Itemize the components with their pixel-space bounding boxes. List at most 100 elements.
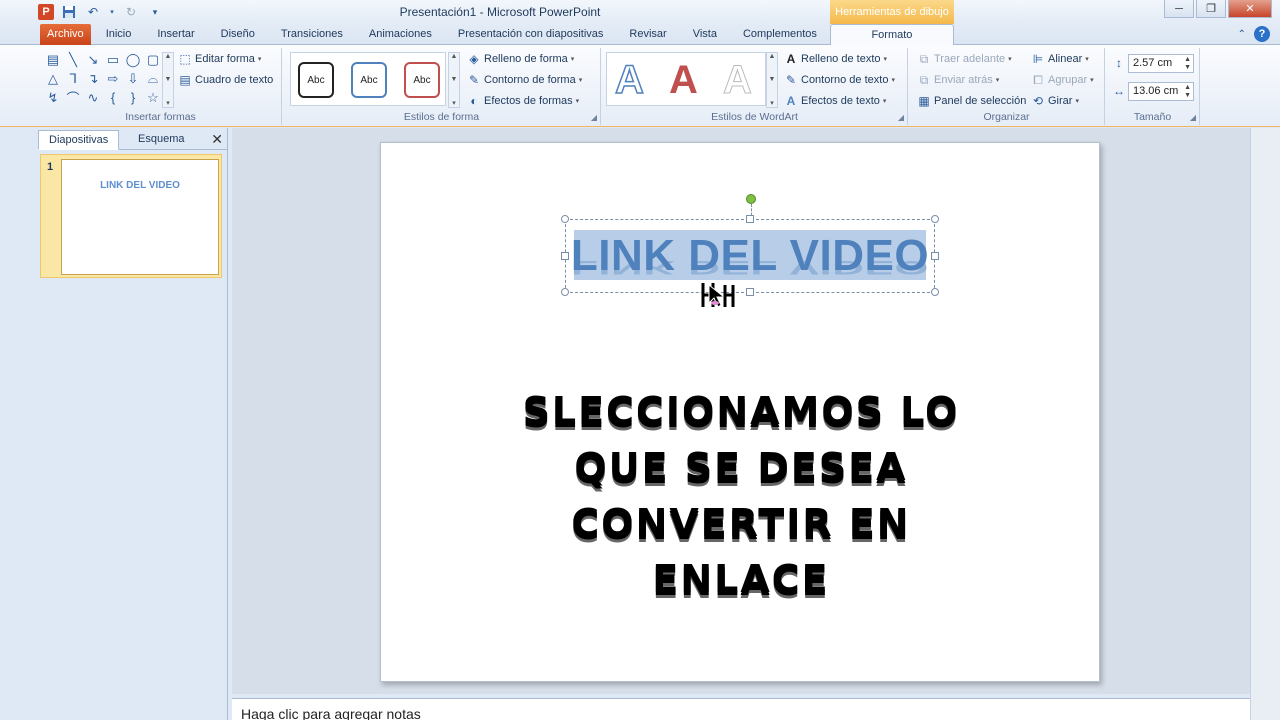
pane-close-icon[interactable]: ✕ (211, 131, 223, 148)
tab-animaciones[interactable]: Animaciones (356, 24, 445, 45)
tab-diapositivas[interactable]: Diapositivas (38, 130, 120, 150)
pane-tabs: Diapositivas Esquema ✕ (38, 128, 228, 150)
resize-handle-top-left[interactable] (561, 215, 569, 223)
resize-handle-left[interactable] (561, 252, 569, 260)
rotate-icon: ⟲ (1032, 94, 1044, 108)
tab-inicio[interactable]: Inicio (93, 24, 145, 45)
height-spinner[interactable]: ▲ ▼ (1184, 56, 1191, 72)
textbox-shape-icon[interactable]: ▤ (44, 50, 62, 69)
wordart-style-outline[interactable]: A (614, 57, 644, 103)
selection-pane-icon: ▦ (918, 94, 930, 108)
tab-formato[interactable]: Formato (829, 24, 954, 46)
window-controls: ─ ❐ ✕ (1164, 0, 1272, 18)
slide-thumbnail[interactable]: LINK DEL VIDEO (61, 159, 219, 275)
mouse-cursor-icon (701, 281, 735, 317)
edit-shape-button[interactable]: ⬚ Editar forma ▾ (178, 52, 261, 66)
selection-pane-button[interactable]: ▦ Panel de selección (917, 94, 1026, 108)
group-label-size: Tamaño (1133, 111, 1172, 123)
shape-effects-button[interactable]: ◐ Efectos de formas ▾ (467, 94, 579, 108)
text-box-button[interactable]: ▤ Cuadro de texto (178, 73, 273, 87)
resize-handle-bottom-right[interactable] (931, 288, 939, 296)
vertical-scrollbar[interactable] (1250, 128, 1280, 720)
arrow-line-shape-icon[interactable]: ↘ (84, 50, 102, 69)
tab-archivo[interactable]: Archivo (40, 24, 91, 45)
shape-styles-launcher-icon[interactable]: ◢ (591, 113, 597, 122)
tab-presentacion[interactable]: Presentación con diapositivas (445, 24, 617, 45)
shape-style-red[interactable]: Abc (404, 62, 440, 98)
tabs-right-controls: ⌃ ? (1238, 26, 1270, 42)
slide-body-text[interactable]: SLECCIONAMOS LO QUE SE DESEA CONVERTIR E… (441, 383, 1041, 607)
star-shape-icon[interactable]: ☆ (144, 88, 162, 107)
tab-insertar[interactable]: Insertar (144, 24, 207, 45)
right-arrow-shape-icon[interactable]: ⇨ (104, 69, 122, 88)
scribble-shape-icon[interactable]: ∿ (84, 88, 102, 107)
elbow-connector-icon[interactable]: ᒣ (64, 69, 82, 88)
arc-shape-icon[interactable]: ⌒ (64, 88, 82, 107)
resize-handle-top-right[interactable] (931, 215, 939, 223)
help-icon[interactable]: ? (1254, 26, 1270, 42)
tab-transiciones[interactable]: Transiciones (268, 24, 356, 45)
curve-shape-icon[interactable]: ↯ (44, 88, 62, 107)
width-spinner[interactable]: ▲ ▼ (1184, 84, 1191, 100)
align-button[interactable]: ⊫ Alinear ▾ (1031, 52, 1089, 66)
height-icon: ↕ (1116, 56, 1122, 70)
elbow-arrow-icon[interactable]: ↴ (84, 69, 102, 88)
slide-canvas[interactable]: LINK DEL VIDEO LINK DEL VIDEO SLECCIONAM… (380, 142, 1100, 682)
ribbon-tabs: Archivo Inicio Insertar Diseño Transicio… (40, 24, 954, 46)
text-effects-button[interactable]: A Efectos de texto ▾ (784, 94, 887, 108)
wordart-gallery: A A A (606, 52, 766, 106)
minimize-button[interactable]: ─ (1164, 0, 1194, 18)
resize-handle-bottom[interactable] (746, 288, 754, 296)
bring-forward-button[interactable]: ⧉ Traer adelante ▾ (917, 52, 1012, 66)
triangle-shape-icon[interactable]: △ (44, 69, 62, 88)
group-button[interactable]: ⧠ Agrupar ▾ (1031, 73, 1093, 87)
slide-thumbnail-selected[interactable]: 1 LINK DEL VIDEO (40, 154, 222, 278)
down-arrow-shape-icon[interactable]: ⇩ (124, 69, 142, 88)
notes-pane[interactable]: Haga clic para agregar notas (232, 698, 1250, 720)
right-brace-icon[interactable]: } (124, 88, 142, 107)
minimize-ribbon-icon[interactable]: ⌃ (1238, 29, 1246, 40)
maximize-button[interactable]: ❐ (1196, 0, 1226, 18)
left-brace-icon[interactable]: { (104, 88, 122, 107)
size-launcher-icon[interactable]: ◢ (1190, 113, 1196, 122)
rotation-handle[interactable] (746, 194, 756, 204)
freeform-shape-icon[interactable]: ⌓ (144, 69, 162, 88)
close-button[interactable]: ✕ (1228, 0, 1272, 18)
slide-title[interactable]: LINK DEL VIDEO (566, 232, 934, 280)
shape-style-gallery-scroll[interactable]: ▲ ▼ ▾ (448, 52, 460, 108)
wordart-gallery-scroll[interactable]: ▲ ▼ ▾ (766, 52, 778, 108)
title-selection-box[interactable]: LINK DEL VIDEO LINK DEL VIDEO (561, 194, 939, 296)
shapes-gallery-scroll[interactable]: ▲ ▼ ▾ (162, 52, 174, 108)
height-field[interactable]: 2.57 cm ▲ ▼ (1128, 54, 1194, 73)
rotate-button[interactable]: ⟲ Girar ▾ (1031, 94, 1079, 108)
tab-revisar[interactable]: Revisar (616, 24, 679, 45)
shape-outline-button[interactable]: ✎ Contorno de forma ▾ (467, 73, 582, 87)
shape-fill-button[interactable]: ◈ Relleno de forma ▾ (467, 52, 574, 66)
text-fill-button[interactable]: A Relleno de texto ▾ (784, 52, 887, 66)
tab-vista[interactable]: Vista (680, 24, 730, 45)
shape-style-blue[interactable]: Abc (351, 62, 387, 98)
wordart-styles-launcher-icon[interactable]: ◢ (898, 113, 904, 122)
body-line-3: CONVERTIR EN (571, 501, 911, 545)
tab-diseno[interactable]: Diseño (208, 24, 268, 45)
resize-handle-top[interactable] (746, 215, 754, 223)
wordart-style-red[interactable]: A (669, 57, 698, 103)
text-effects-icon: A (786, 94, 796, 108)
text-outline-button[interactable]: ✎ Contorno de texto ▾ (784, 73, 895, 87)
oval-shape-icon[interactable]: ◯ (124, 50, 142, 69)
rounded-rect-shape-icon[interactable]: ▢ (144, 50, 162, 69)
rectangle-shape-icon[interactable]: ▭ (104, 50, 122, 69)
resize-handle-right[interactable] (931, 252, 939, 260)
left-margin (0, 128, 38, 720)
tab-esquema[interactable]: Esquema (128, 130, 194, 150)
tab-complementos[interactable]: Complementos (730, 24, 830, 45)
send-backward-button[interactable]: ⧉ Enviar atrás ▾ (917, 73, 1000, 87)
shape-effects-icon: ◐ (470, 94, 478, 108)
body-line-4: ENLACE (652, 557, 830, 601)
line-shape-icon[interactable]: ╲ (64, 50, 82, 69)
resize-handle-bottom-left[interactable] (561, 288, 569, 296)
wordart-style-light[interactable]: A (723, 57, 753, 103)
width-field[interactable]: 13.06 cm ▲ ▼ (1128, 82, 1194, 101)
paint-bucket-icon: ◈ (469, 52, 479, 66)
shape-style-black[interactable]: Abc (298, 62, 334, 98)
